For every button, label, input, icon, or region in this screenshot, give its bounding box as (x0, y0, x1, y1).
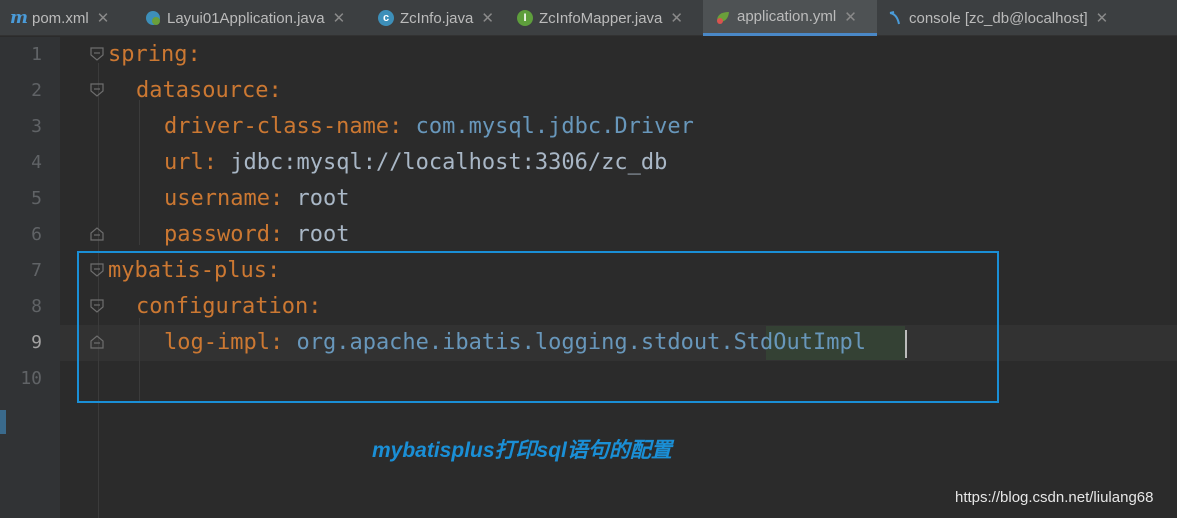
line-number: 7 (31, 260, 42, 281)
close-icon[interactable]: ✕ (1096, 9, 1109, 27)
tab-database-console[interactable]: console [zc_db@localhost] ✕ (887, 0, 1132, 36)
tab-layui01application-java[interactable]: Layui01Application.java ✕ (145, 0, 365, 36)
code-line-5[interactable]: username: root (164, 181, 349, 217)
close-icon[interactable]: ✕ (97, 9, 110, 27)
tab-pom-xml[interactable]: m pom.xml ✕ (10, 0, 132, 36)
editor-tab-bar: m pom.xml ✕ Layui01Application.java ✕ c … (0, 0, 1177, 36)
yaml-colon: : (268, 78, 282, 103)
yaml-key: driver-class-name (164, 114, 390, 139)
tab-label: application.yml (737, 8, 837, 25)
yaml-colon: : (269, 222, 284, 247)
line-number: 1 (31, 44, 42, 65)
yaml-value: root (296, 186, 350, 211)
line-number: 6 (31, 224, 42, 245)
close-icon[interactable]: ✕ (333, 9, 346, 27)
fold-end-icon[interactable] (90, 227, 104, 241)
line-number: 8 (31, 296, 42, 317)
yaml-value: root (296, 222, 350, 247)
indent-guide (139, 100, 140, 245)
code-line-2[interactable]: datasource: (136, 73, 282, 109)
tab-zcinfo-java[interactable]: c ZcInfo.java ✕ (378, 0, 508, 36)
tab-zcinfomapper-java[interactable]: I ZcInfoMapper.java ✕ (517, 0, 697, 36)
code-line-6[interactable]: password: root (164, 217, 349, 253)
yaml-key: username (164, 186, 270, 211)
tab-label: ZcInfoMapper.java (539, 9, 663, 27)
tab-application-yml[interactable]: application.yml ✕ (703, 0, 877, 36)
yaml-key: datasource (136, 78, 269, 103)
annotation-caption: mybatisplus打印sql语句的配置 (372, 439, 672, 462)
spring-boot-class-icon (145, 10, 161, 26)
line-number: 4 (31, 152, 42, 173)
interface-icon: I (517, 10, 533, 26)
annotation-box (77, 251, 999, 403)
fold-collapse-icon[interactable] (90, 83, 104, 97)
yaml-colon: : (187, 42, 201, 67)
yaml-colon: : (389, 114, 403, 139)
close-icon[interactable]: ✕ (844, 8, 857, 26)
line-number-current: 9 (31, 332, 42, 353)
line-number: 5 (31, 188, 42, 209)
line-number: 3 (31, 116, 42, 137)
line-number: 10 (20, 368, 42, 389)
fold-collapse-icon[interactable] (90, 47, 104, 61)
gutter-marker (0, 410, 6, 434)
tab-label: ZcInfo.java (400, 9, 474, 27)
database-console-icon (887, 10, 903, 26)
code-line-4[interactable]: url: jdbc:mysql://localhost:3306/zc_db (164, 145, 667, 181)
spring-yaml-icon (715, 9, 731, 25)
tab-label: pom.xml (32, 9, 89, 27)
line-number: 2 (31, 80, 42, 101)
tab-label: console [zc_db@localhost] (909, 9, 1088, 27)
yaml-colon: : (203, 150, 217, 175)
yaml-value: jdbc:mysql://localhost:3306/zc_db (230, 150, 668, 175)
code-line-1[interactable]: spring: (108, 37, 201, 73)
close-icon[interactable]: ✕ (481, 9, 494, 27)
close-icon[interactable]: ✕ (670, 9, 683, 27)
maven-icon: m (10, 8, 28, 28)
code-line-3[interactable]: driver-class-name: com.mysql.jdbc.Driver (164, 109, 694, 145)
class-icon: c (378, 10, 394, 26)
watermark: https://blog.csdn.net/liulang68 (955, 489, 1154, 506)
yaml-key: spring (108, 42, 188, 67)
tab-label: Layui01Application.java (167, 9, 325, 27)
yaml-colon: : (269, 186, 284, 211)
yaml-value: com.mysql.jdbc.Driver (415, 114, 694, 139)
yaml-key: password (164, 222, 270, 247)
yaml-key: url (164, 150, 204, 175)
